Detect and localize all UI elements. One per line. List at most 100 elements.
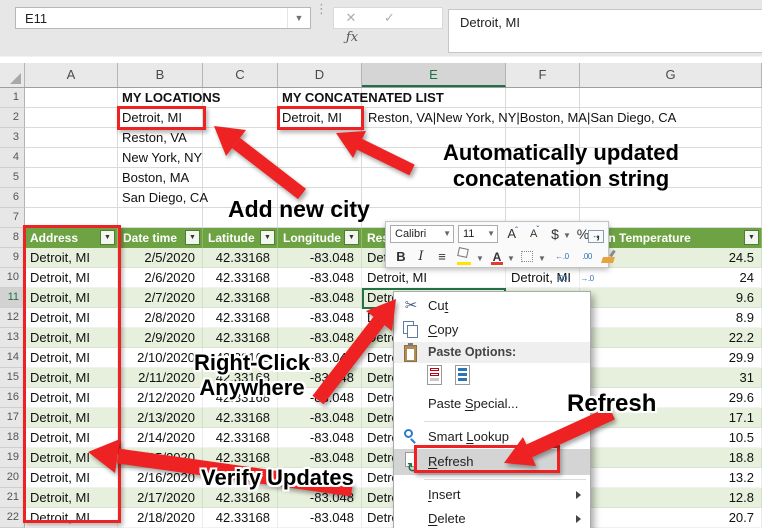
table-cell[interactable]: 2/16/2020 (118, 468, 203, 488)
row-header-7[interactable]: 7 (0, 208, 25, 228)
borders-dropdown-icon[interactable]: ▼ (537, 246, 547, 268)
row-header-11[interactable]: 11 (0, 288, 25, 308)
filter-dropdown-icon[interactable]: ▼ (185, 230, 200, 245)
menu-item-paste-special[interactable]: Paste Special... (394, 391, 590, 417)
location-list-item[interactable]: San Diego, CA (122, 188, 208, 208)
table-cell[interactable]: 2/14/2020 (118, 428, 203, 448)
table-cell[interactable]: 10.5 (580, 428, 762, 448)
row-header-13[interactable]: 13 (0, 328, 25, 348)
table-cell[interactable]: Detroit, MI (362, 268, 506, 288)
fill-color-dropdown-icon[interactable]: ▼ (475, 246, 485, 268)
row-header-12[interactable]: 12 (0, 308, 25, 328)
row-header-9[interactable]: 9 (0, 248, 25, 268)
table-cell[interactable]: -83.048 (278, 328, 362, 348)
table-cell[interactable]: 9.6 (580, 288, 762, 308)
grid-cell[interactable] (203, 108, 278, 128)
table-cell[interactable]: -83.048 (278, 308, 362, 328)
table-cell[interactable]: Detroit, MI (506, 268, 580, 288)
table-cell[interactable]: 2/8/2020 (118, 308, 203, 328)
decrease-font-icon[interactable]: Aˇ (525, 223, 545, 245)
column-header-B[interactable]: B (118, 63, 203, 87)
table-cell[interactable]: 42.33168 (203, 428, 278, 448)
grid-cell[interactable] (580, 88, 762, 108)
table-cell[interactable]: 29.9 (580, 348, 762, 368)
row-header-6[interactable]: 6 (0, 188, 25, 208)
row-header-16[interactable]: 16 (0, 388, 25, 408)
menu-item-delete[interactable]: Delete (394, 507, 590, 528)
table-cell[interactable]: 18.8 (580, 448, 762, 468)
table-cell[interactable]: 13.2 (580, 468, 762, 488)
row-header-19[interactable]: 19 (0, 448, 25, 468)
row-header-17[interactable]: 17 (0, 408, 25, 428)
table-cell[interactable]: 2/7/2020 (118, 288, 203, 308)
table-cell[interactable]: 42.33168 (203, 328, 278, 348)
row-header-3[interactable]: 3 (0, 128, 25, 148)
table-cell[interactable]: -83.048 (278, 248, 362, 268)
increase-font-icon[interactable]: Aˆ (502, 223, 524, 245)
row-header-14[interactable]: 14 (0, 348, 25, 368)
grid-cell[interactable] (278, 128, 362, 148)
font-size-dropdown[interactable]: 11▼ (458, 225, 498, 243)
name-box[interactable]: E11 ▼ (15, 7, 311, 29)
location-list-item[interactable]: New York, NY (122, 148, 202, 168)
row-header-22[interactable]: 22 (0, 508, 25, 528)
menu-item-insert[interactable]: Insert (394, 483, 590, 507)
grid-cell[interactable] (506, 88, 580, 108)
table-cell[interactable]: -83.048 (278, 408, 362, 428)
row-header-1[interactable]: 1 (0, 88, 25, 108)
filter-dropdown-icon[interactable]: ▼ (344, 230, 359, 245)
table-cell[interactable]: 2/5/2020 (118, 248, 203, 268)
table-cell[interactable]: 42.33168 (203, 508, 278, 528)
enter-icon[interactable]: ✓ (372, 8, 406, 28)
merge-center-icon[interactable]: ↔ (586, 223, 606, 245)
table-cell[interactable]: 22.2 (580, 328, 762, 348)
currency-dropdown-icon[interactable]: ▼ (562, 223, 572, 245)
row-header-15[interactable]: 15 (0, 368, 25, 388)
insert-function-icon[interactable]: ƒx (334, 28, 370, 48)
table-cell[interactable]: 42.33168 (203, 308, 278, 328)
table-cell[interactable]: 12.8 (580, 488, 762, 508)
grid-cell[interactable] (25, 128, 118, 148)
table-cell[interactable]: 2/17/2020 (118, 488, 203, 508)
table-cell[interactable]: -83.048 (278, 508, 362, 528)
font-name-dropdown[interactable]: Calibri▼ (390, 225, 454, 243)
column-header-E[interactable]: E (362, 63, 506, 87)
table-cell[interactable]: 31 (580, 368, 762, 388)
grid-cell[interactable] (278, 168, 362, 188)
menu-item-copy[interactable]: Copy (394, 318, 590, 342)
row-header-10[interactable]: 10 (0, 268, 25, 288)
grid-cell[interactable] (203, 128, 278, 148)
row-header-2[interactable]: 2 (0, 108, 25, 128)
borders-icon[interactable] (519, 246, 537, 268)
table-cell[interactable]: 42.33168 (203, 248, 278, 268)
font-color-dropdown-icon[interactable]: ▼ (506, 246, 516, 268)
formula-bar[interactable]: Detroit, MI (448, 9, 762, 53)
column-header-F[interactable]: F (506, 63, 580, 87)
column-header-C[interactable]: C (203, 63, 278, 87)
grid-cell[interactable] (25, 148, 118, 168)
grid-cell[interactable] (25, 108, 118, 128)
italic-icon[interactable]: I (413, 246, 429, 268)
column-header-D[interactable]: D (278, 63, 362, 87)
row-header-20[interactable]: 20 (0, 468, 25, 488)
table-cell[interactable]: 42.33168 (203, 288, 278, 308)
row-header-4[interactable]: 4 (0, 148, 25, 168)
grid-cell[interactable] (25, 168, 118, 188)
table-cell[interactable]: -83.048 (278, 488, 362, 508)
table-cell[interactable]: 2/9/2020 (118, 328, 203, 348)
grid-cell[interactable] (118, 208, 203, 228)
grid-cell[interactable] (25, 88, 118, 108)
table-cell[interactable]: 2/15/2020 (118, 448, 203, 468)
table-cell[interactable]: 2/13/2020 (118, 408, 203, 428)
table-cell[interactable]: 42.33168 (203, 408, 278, 428)
select-all-corner[interactable] (0, 63, 25, 87)
increase-decimal-icon[interactable]: .00→.0 (575, 246, 599, 268)
row-header-5[interactable]: 5 (0, 168, 25, 188)
filter-dropdown-icon[interactable]: ▼ (744, 230, 759, 245)
bold-icon[interactable]: B (392, 246, 410, 268)
grid-cell[interactable] (25, 188, 118, 208)
location-list-item[interactable]: Reston, VA (122, 128, 187, 148)
table-cell[interactable]: -83.048 (278, 428, 362, 448)
grid-cell[interactable] (278, 148, 362, 168)
table-cell[interactable]: 42.33168 (203, 268, 278, 288)
